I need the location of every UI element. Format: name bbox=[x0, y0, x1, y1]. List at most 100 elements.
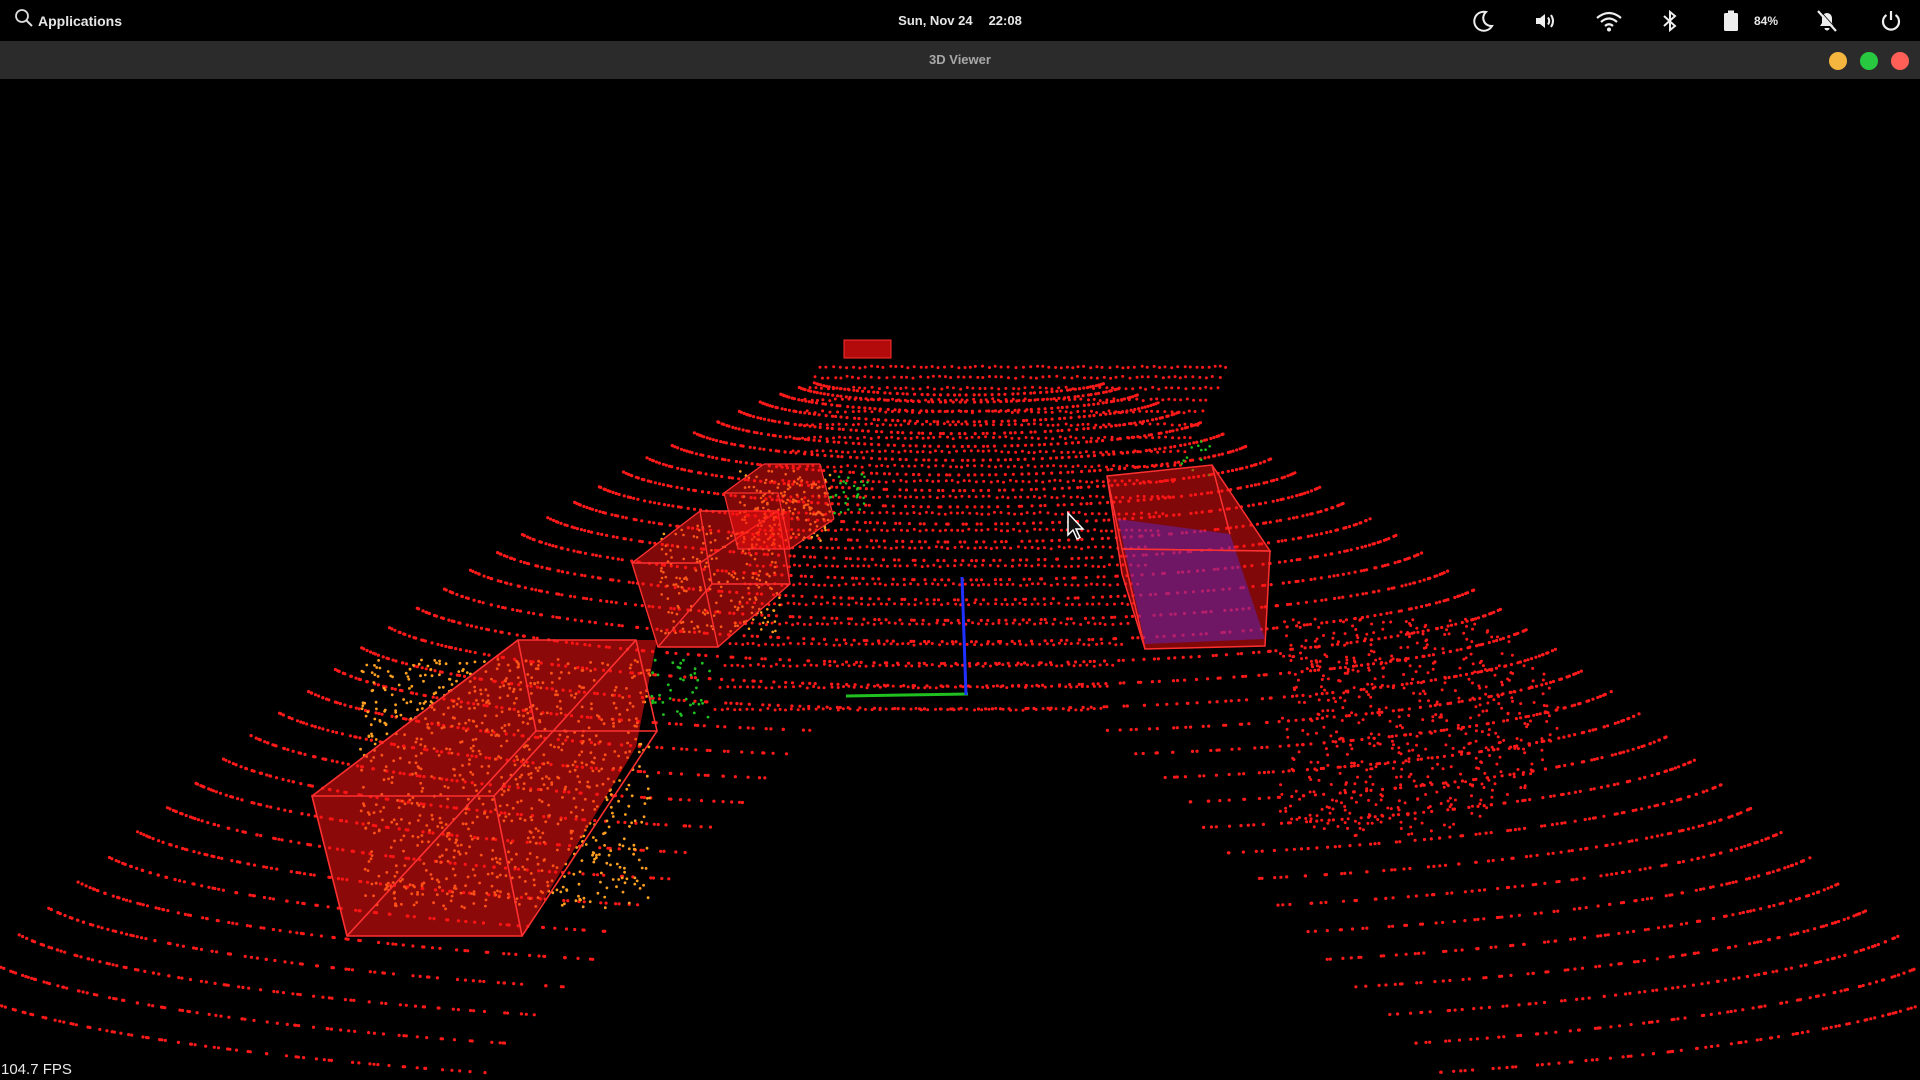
cloud-point bbox=[1588, 817, 1592, 821]
cloud-point bbox=[1070, 502, 1074, 507]
cloud-point bbox=[994, 375, 998, 379]
cloud-point bbox=[828, 410, 832, 414]
power-icon[interactable] bbox=[1876, 0, 1906, 41]
cloud-point bbox=[1354, 713, 1358, 717]
bluetooth-icon[interactable] bbox=[1657, 0, 1683, 41]
cloud-point bbox=[1276, 539, 1280, 543]
window-title: 3D Viewer bbox=[929, 52, 991, 67]
cloud-point bbox=[1433, 729, 1437, 733]
cloud-point bbox=[1348, 844, 1352, 848]
cloud-point bbox=[75, 918, 80, 922]
cloud-point bbox=[887, 472, 892, 476]
cloud-point bbox=[1361, 926, 1365, 931]
cloud-point bbox=[1570, 849, 1574, 853]
cloud-point bbox=[290, 717, 294, 721]
cloud-point bbox=[1034, 487, 1038, 491]
cloud-point bbox=[1042, 397, 1045, 401]
cloud-point bbox=[1267, 796, 1271, 800]
cloud-point bbox=[1039, 521, 1043, 525]
cloud-point bbox=[803, 411, 807, 415]
wifi-icon[interactable] bbox=[1592, 0, 1626, 41]
cloud-point bbox=[596, 532, 600, 536]
cloud-point bbox=[1664, 735, 1668, 739]
cloud-point bbox=[373, 970, 377, 974]
cloud-point bbox=[1300, 670, 1304, 674]
cloud-point bbox=[1053, 617, 1057, 621]
cloud-point bbox=[1650, 773, 1654, 778]
cloud-point bbox=[273, 958, 277, 963]
applications-menu[interactable]: Applications bbox=[14, 0, 122, 41]
cloud-point bbox=[436, 1006, 440, 1010]
cloud-point bbox=[1460, 620, 1464, 625]
cloud-point bbox=[1739, 1040, 1743, 1045]
3d-viewport[interactable]: 104.7 FPS bbox=[0, 79, 1920, 1080]
cloud-point bbox=[734, 459, 739, 464]
cloud-point bbox=[1335, 528, 1339, 532]
cloud-point bbox=[1204, 376, 1208, 380]
cloud-point bbox=[863, 365, 867, 369]
cloud-point bbox=[1446, 808, 1450, 812]
cloud-point bbox=[912, 618, 916, 622]
cloud-point bbox=[1092, 454, 1097, 458]
cloud-point bbox=[1855, 950, 1859, 954]
cloud-point bbox=[1834, 1024, 1838, 1028]
cloud-point bbox=[1154, 417, 1158, 421]
cloud-point bbox=[1126, 436, 1130, 439]
cloud-point bbox=[1057, 538, 1061, 542]
cloud-point bbox=[1112, 397, 1116, 401]
cloud-point bbox=[1275, 498, 1280, 502]
notifications-off-icon[interactable] bbox=[1812, 0, 1842, 41]
cloud-point bbox=[1045, 390, 1049, 394]
cloud-point bbox=[440, 643, 444, 648]
cloud-point bbox=[1151, 385, 1155, 389]
point-cloud-canvas[interactable] bbox=[0, 79, 1920, 1080]
cloud-point bbox=[991, 409, 995, 413]
cloud-point bbox=[312, 994, 316, 998]
cloud-point bbox=[298, 993, 302, 997]
cloud-point bbox=[1217, 453, 1221, 457]
cloud-point bbox=[1244, 444, 1248, 449]
date-label[interactable]: Sun, Nov 24 bbox=[898, 13, 972, 28]
cloud-point bbox=[1519, 688, 1523, 692]
cloud-point bbox=[1420, 1010, 1424, 1015]
cloud-point bbox=[167, 974, 171, 978]
cloud-point bbox=[1372, 542, 1376, 546]
cloud-point bbox=[739, 410, 743, 414]
cloud-point bbox=[1124, 615, 1128, 619]
time-label[interactable]: 22:08 bbox=[989, 13, 1022, 28]
cloud-point bbox=[962, 375, 966, 379]
volume-icon[interactable] bbox=[1530, 0, 1560, 41]
cloud-point bbox=[1288, 602, 1293, 606]
battery-percent[interactable]: 84% bbox=[1746, 0, 1786, 41]
window-titlebar[interactable]: 3D Viewer bbox=[0, 41, 1920, 80]
cloud-point bbox=[760, 657, 764, 661]
cloud-point bbox=[605, 533, 609, 537]
battery-icon[interactable] bbox=[1720, 0, 1742, 41]
cloud-point bbox=[894, 365, 898, 368]
minimize-button[interactable] bbox=[1829, 52, 1847, 70]
maximize-button[interactable] bbox=[1860, 52, 1878, 70]
close-button[interactable] bbox=[1891, 52, 1909, 70]
cloud-point bbox=[866, 398, 870, 402]
cloud-point bbox=[1555, 822, 1559, 826]
cloud-point bbox=[1816, 960, 1820, 964]
cloud-point bbox=[1590, 758, 1594, 762]
cloud-point bbox=[1132, 365, 1136, 369]
cloud-point bbox=[925, 410, 929, 414]
cloud-point bbox=[894, 423, 898, 427]
cloud-point bbox=[572, 526, 577, 530]
cloud-point bbox=[1608, 1056, 1612, 1060]
cloud-point bbox=[1824, 1026, 1829, 1030]
cloud-point bbox=[566, 899, 570, 903]
cloud-point bbox=[1293, 471, 1297, 475]
cloud-point bbox=[911, 387, 915, 391]
cloud-point bbox=[1189, 655, 1193, 659]
night-mode-icon[interactable] bbox=[1468, 0, 1498, 41]
cloud-point bbox=[311, 1025, 316, 1029]
cloud-point bbox=[1595, 1058, 1599, 1062]
cloud-point bbox=[773, 419, 777, 423]
cloud-point bbox=[162, 908, 166, 912]
cloud-point bbox=[1020, 504, 1024, 508]
cloud-point bbox=[1347, 525, 1352, 529]
cloud-point bbox=[751, 726, 755, 730]
